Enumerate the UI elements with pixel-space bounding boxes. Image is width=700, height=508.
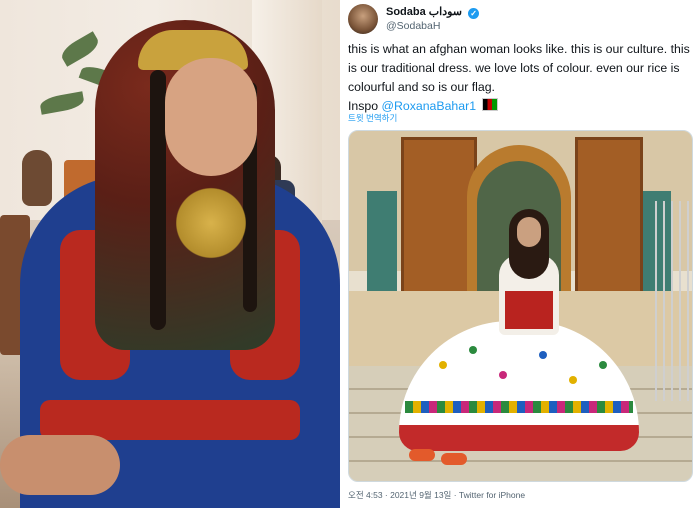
photo-embroidery-dot (439, 361, 447, 369)
photo-girl-belt (505, 291, 553, 329)
tweet-inspo-label: Inspo (348, 99, 379, 113)
photo-face (165, 58, 257, 176)
photo-embroidery-dot (469, 346, 477, 354)
tweet-body: this is what an afghan woman looks like.… (348, 42, 690, 94)
left-photo (0, 0, 340, 508)
mention-link[interactable]: @RoxanaBahar1 (382, 99, 477, 113)
photo-embroidery-dot (539, 351, 547, 359)
tweet-text: this is what an afghan woman looks like.… (348, 40, 694, 116)
photo-shoe (409, 449, 435, 461)
user-handle[interactable]: @SodabaH (386, 20, 440, 32)
photo-skirt-band (405, 401, 633, 413)
verified-icon: ✓ (468, 8, 480, 19)
afghanistan-flag-icon (482, 98, 499, 111)
translate-tweet-link[interactable]: 트윗 번역하기 (348, 112, 397, 124)
display-name-text: Sodaba (386, 6, 426, 18)
photo-hand (0, 435, 120, 495)
tweet-timestamp[interactable]: 오전 4:53 · 2021년 9월 13일 · Twitter for iPh… (348, 489, 525, 501)
photo-necklace (176, 178, 246, 268)
photo-girl-face (517, 217, 541, 247)
avatar[interactable] (348, 4, 378, 34)
photo-embroidery-dot (599, 361, 607, 369)
photo-wooden-door (401, 137, 477, 298)
display-name[interactable]: Sodaba سوداب ✓ (386, 5, 480, 19)
photo-dress-embroidery (40, 400, 300, 440)
display-name-arabic: سوداب (428, 6, 463, 18)
photo-embroidery-dot (499, 371, 507, 379)
photo-braid-left (150, 70, 166, 330)
tweet-photo[interactable] (348, 130, 693, 482)
photo-railing (649, 201, 692, 401)
photo-tile-panel (367, 191, 397, 291)
photo-embroidery-dot (569, 376, 577, 384)
tweet-card: Sodaba سوداب ✓ @SodabaH this is what an … (340, 0, 700, 508)
photo-shoe (441, 453, 467, 465)
photo-wooden-door (575, 137, 643, 298)
photo-vase (22, 150, 52, 206)
